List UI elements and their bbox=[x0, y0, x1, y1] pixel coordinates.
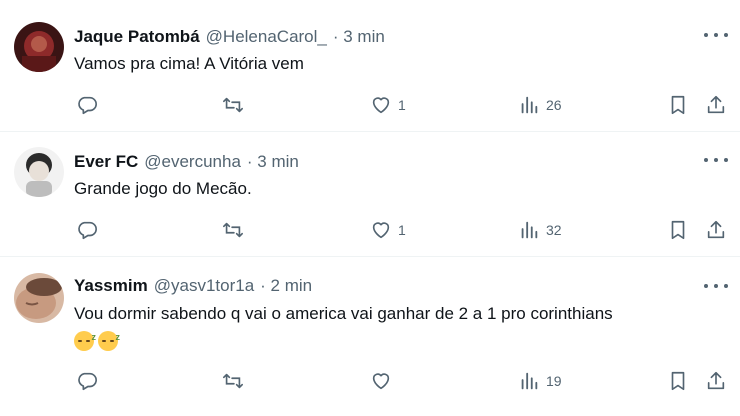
share-button[interactable] bbox=[705, 368, 727, 394]
reply-icon bbox=[78, 221, 97, 240]
share-button[interactable] bbox=[705, 92, 727, 118]
tweet-actions: 1 26 bbox=[0, 92, 740, 118]
bookmark-icon bbox=[671, 95, 685, 115]
retweet-button[interactable] bbox=[222, 368, 244, 394]
sleeping-face-icon: z bbox=[74, 330, 96, 351]
views-button[interactable]: 26 bbox=[518, 92, 562, 118]
tweet-text: Vou dormir sabendo q vai o america vai g… bbox=[74, 304, 613, 323]
bookmark-button[interactable] bbox=[667, 92, 689, 118]
view-count: 26 bbox=[546, 97, 562, 113]
share-icon bbox=[707, 371, 725, 390]
emoji-row: zz bbox=[74, 328, 122, 352]
retweet-icon bbox=[223, 373, 243, 389]
like-button[interactable]: 1 bbox=[370, 92, 406, 118]
analytics-icon bbox=[521, 372, 538, 390]
views-button[interactable]: 32 bbox=[518, 217, 562, 243]
more-options-icon[interactable] bbox=[704, 28, 728, 42]
share-icon bbox=[707, 220, 725, 239]
view-count: 19 bbox=[546, 373, 562, 389]
retweet-icon bbox=[223, 222, 243, 238]
reply-button[interactable] bbox=[76, 92, 98, 118]
bookmark-button[interactable] bbox=[667, 368, 689, 394]
tweet-text: Vamos pra cima! A Vitória vem bbox=[74, 54, 304, 73]
sleeping-face-icon: z bbox=[98, 330, 120, 351]
tweet-header: Yassmim @yasv1tor1a · 2 min bbox=[74, 273, 312, 299]
reply-button[interactable] bbox=[76, 368, 98, 394]
reply-icon bbox=[78, 372, 97, 391]
avatar[interactable] bbox=[14, 273, 64, 323]
retweet-button[interactable] bbox=[222, 217, 244, 243]
like-button[interactable] bbox=[370, 368, 398, 394]
author-name[interactable]: Yassmim bbox=[74, 276, 148, 296]
tweet-header: Ever FC @evercunha · 3 min bbox=[74, 149, 299, 175]
retweet-button[interactable] bbox=[222, 92, 244, 118]
tweet-text: Grande jogo do Mecão. bbox=[74, 179, 252, 198]
divider bbox=[0, 256, 740, 257]
bookmark-button[interactable] bbox=[667, 217, 689, 243]
tweet-header: Jaque Patombá @HelenaCarol_ · 3 min bbox=[74, 24, 385, 50]
reply-icon bbox=[78, 96, 97, 115]
view-count: 32 bbox=[546, 222, 562, 238]
like-count: 1 bbox=[398, 97, 406, 113]
share-icon bbox=[707, 95, 725, 114]
divider bbox=[0, 131, 740, 132]
author-handle[interactable]: @HelenaCarol_ bbox=[206, 27, 327, 47]
author-handle[interactable]: @yasv1tor1a bbox=[154, 276, 254, 296]
like-button[interactable]: 1 bbox=[370, 217, 406, 243]
analytics-icon bbox=[521, 221, 538, 239]
views-button[interactable]: 19 bbox=[518, 368, 562, 394]
more-options-icon[interactable] bbox=[704, 279, 728, 293]
author-handle[interactable]: @evercunha bbox=[144, 152, 241, 172]
bookmark-icon bbox=[671, 220, 685, 240]
retweet-icon bbox=[223, 97, 243, 113]
avatar[interactable] bbox=[14, 147, 64, 197]
heart-icon bbox=[372, 222, 390, 239]
timestamp[interactable]: · 3 min bbox=[247, 152, 299, 172]
timestamp[interactable]: · 2 min bbox=[260, 276, 312, 296]
share-button[interactable] bbox=[705, 217, 727, 243]
heart-icon bbox=[372, 373, 390, 390]
timestamp[interactable]: · 3 min bbox=[333, 27, 385, 47]
avatar[interactable] bbox=[14, 22, 64, 72]
analytics-icon bbox=[521, 96, 538, 114]
heart-icon bbox=[372, 97, 390, 114]
reply-button[interactable] bbox=[76, 217, 98, 243]
like-count: 1 bbox=[398, 222, 406, 238]
bookmark-icon bbox=[671, 371, 685, 391]
more-options-icon[interactable] bbox=[704, 153, 728, 167]
tweet-actions: 1 32 bbox=[0, 217, 740, 243]
author-name[interactable]: Jaque Patombá bbox=[74, 27, 200, 47]
tweet-actions: 19 bbox=[0, 368, 740, 394]
author-name[interactable]: Ever FC bbox=[74, 152, 138, 172]
